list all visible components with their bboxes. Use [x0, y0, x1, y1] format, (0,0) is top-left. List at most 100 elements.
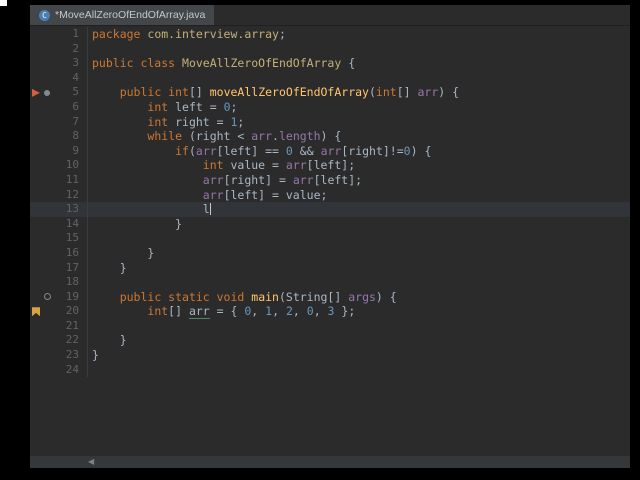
line-number: 19: [65, 289, 79, 303]
line-number: 23: [65, 348, 79, 362]
gutter-cell[interactable]: 24: [30, 362, 88, 378]
code-line[interactable]: int value = arr[left];: [88, 158, 355, 173]
code-line[interactable]: if(arr[left] == 0 && arr[right]!=0) {: [88, 144, 431, 159]
code-line[interactable]: }: [88, 217, 182, 232]
code-line[interactable]: public class MoveAllZeroOfEndOfArray {: [88, 56, 355, 71]
bookmark-icon[interactable]: [32, 307, 40, 317]
run-marker-icon[interactable]: [44, 293, 51, 301]
code-line[interactable]: int left = 0;: [88, 100, 237, 115]
line-number: 22: [65, 333, 79, 347]
code-line-row[interactable]: 1 package com.interview.array;: [30, 27, 630, 42]
video-artifact: [0, 0, 7, 6]
code-line-row[interactable]: 8 while (right < arr.length) {: [30, 129, 630, 144]
gutter-cell[interactable]: 20: [30, 304, 88, 319]
code-line-row[interactable]: 2: [30, 41, 630, 57]
code-line[interactable]: int right = 1;: [88, 115, 244, 130]
code-line[interactable]: [88, 42, 92, 57]
gutter-cell[interactable]: 10: [30, 158, 88, 173]
code-line-row[interactable]: 13 l: [30, 202, 630, 217]
code-line-row[interactable]: 6 int left = 0;: [30, 99, 630, 115]
code-line-row[interactable]: 11 arr[right] = arr[left];: [30, 172, 630, 188]
line-number: 2: [72, 41, 79, 55]
editor-tab-bar: C *MoveAllZeroOfEndOfArray.java: [30, 5, 630, 26]
code-line[interactable]: [88, 275, 92, 290]
gutter-cell[interactable]: 16: [30, 245, 88, 261]
gutter-cell[interactable]: 3: [30, 56, 88, 71]
gutter-cell[interactable]: 2: [30, 41, 88, 57]
gutter-cell[interactable]: 11: [30, 172, 88, 188]
code-line-row[interactable]: 15: [30, 231, 630, 246]
tab-title: *MoveAllZeroOfEndOfArray.java: [55, 9, 206, 21]
code-line[interactable]: }: [88, 333, 127, 348]
code-line[interactable]: arr[right] = arr[left];: [88, 173, 362, 188]
code-line-row[interactable]: 3 public class MoveAllZeroOfEndOfArray {: [30, 56, 630, 71]
code-line[interactable]: [88, 363, 92, 378]
code-line-row[interactable]: 23}: [30, 348, 630, 363]
gutter-cell[interactable]: 15: [30, 231, 88, 246]
gutter-cell[interactable]: 8: [30, 129, 88, 144]
code-line-row[interactable]: 19 public static void main(String[] args…: [30, 289, 630, 305]
gutter-cell[interactable]: 17: [30, 260, 88, 276]
code-line[interactable]: l: [88, 202, 212, 217]
line-number: 11: [65, 172, 79, 186]
code-line-row[interactable]: 18: [30, 275, 630, 290]
code-line-row[interactable]: 9 if(arr[left] == 0 && arr[right]!=0) {: [30, 143, 630, 159]
gutter-cell[interactable]: 18: [30, 275, 88, 290]
code-line-row[interactable]: 7 int right = 1;: [30, 114, 630, 130]
code-line-row[interactable]: 4: [30, 70, 630, 86]
gutter-cell[interactable]: 13: [30, 202, 88, 217]
line-number: 24: [65, 362, 79, 376]
java-class-icon: C: [39, 9, 50, 21]
code-line[interactable]: public int[] moveAllZeroOfEndOfArray(int…: [88, 85, 459, 100]
gutter-cell[interactable]: 12: [30, 187, 88, 203]
breakpoint-icon[interactable]: [32, 88, 40, 97]
gutter-cell[interactable]: 6: [30, 99, 88, 115]
line-number: 1: [72, 27, 79, 40]
gutter-cell[interactable]: 5: [30, 85, 88, 100]
code-line-row[interactable]: 17 }: [30, 260, 630, 276]
gutter-cell[interactable]: 4: [30, 70, 88, 86]
code-line-row[interactable]: 14 }: [30, 216, 630, 232]
line-number: 14: [65, 216, 79, 230]
code-line[interactable]: package com.interview.array;: [88, 27, 286, 42]
line-number: 9: [72, 143, 79, 157]
code-line[interactable]: }: [88, 261, 127, 276]
gutter-cell[interactable]: 7: [30, 114, 88, 130]
code-line-row[interactable]: 16 }: [30, 245, 630, 261]
gutter-cell[interactable]: 14: [30, 216, 88, 232]
code-area: 1 package com.interview.array; 2 3 public cl…: [30, 27, 630, 378]
gutter-cell[interactable]: 9: [30, 143, 88, 159]
code-line[interactable]: while (right < arr.length) {: [88, 129, 341, 144]
code-line[interactable]: }: [88, 246, 154, 261]
code-line[interactable]: [88, 319, 92, 334]
code-line[interactable]: arr[left] = value;: [88, 188, 328, 203]
editor-tab[interactable]: C *MoveAllZeroOfEndOfArray.java: [30, 5, 216, 25]
gutter-cell[interactable]: 1: [30, 27, 88, 42]
gutter-cell[interactable]: 21: [30, 318, 88, 334]
code-line-row[interactable]: 12 arr[left] = value;: [30, 187, 630, 203]
code-line[interactable]: int[] arr = { 0, 1, 2, 0, 3 };: [88, 304, 355, 320]
horizontal-scrollbar[interactable]: ◀: [30, 456, 630, 468]
code-line-row[interactable]: 10 int value = arr[left];: [30, 158, 630, 173]
code-line-row[interactable]: 21: [30, 318, 630, 334]
code-line[interactable]: public static void main(String[] args) {: [88, 290, 397, 305]
line-number: 16: [65, 245, 79, 259]
run-marker-icon[interactable]: [44, 89, 50, 96]
line-number: 5: [72, 85, 79, 99]
code-line[interactable]: [88, 71, 92, 86]
line-number: 8: [72, 129, 79, 143]
code-line[interactable]: }: [88, 348, 99, 363]
code-line-row[interactable]: 20 int[] arr = { 0, 1, 2, 0, 3 };: [30, 304, 630, 320]
gutter-cell[interactable]: 22: [30, 333, 88, 349]
code-line-row[interactable]: 5 public int[] moveAllZeroOfEndOfArray(i…: [30, 85, 630, 100]
ide-editor-window: C *MoveAllZeroOfEndOfArray.java 1 package…: [30, 5, 630, 468]
code-line-row[interactable]: 24: [30, 362, 630, 378]
code-line-row[interactable]: 22 }: [30, 333, 630, 349]
gutter-cell[interactable]: 23: [30, 348, 88, 363]
scroll-left-arrow-icon[interactable]: ◀: [88, 456, 94, 468]
text-caret: [209, 203, 212, 216]
gutter-cell[interactable]: 19: [30, 289, 88, 305]
line-number: 17: [65, 260, 79, 274]
code-line[interactable]: [88, 231, 92, 246]
line-number: 7: [72, 114, 79, 128]
